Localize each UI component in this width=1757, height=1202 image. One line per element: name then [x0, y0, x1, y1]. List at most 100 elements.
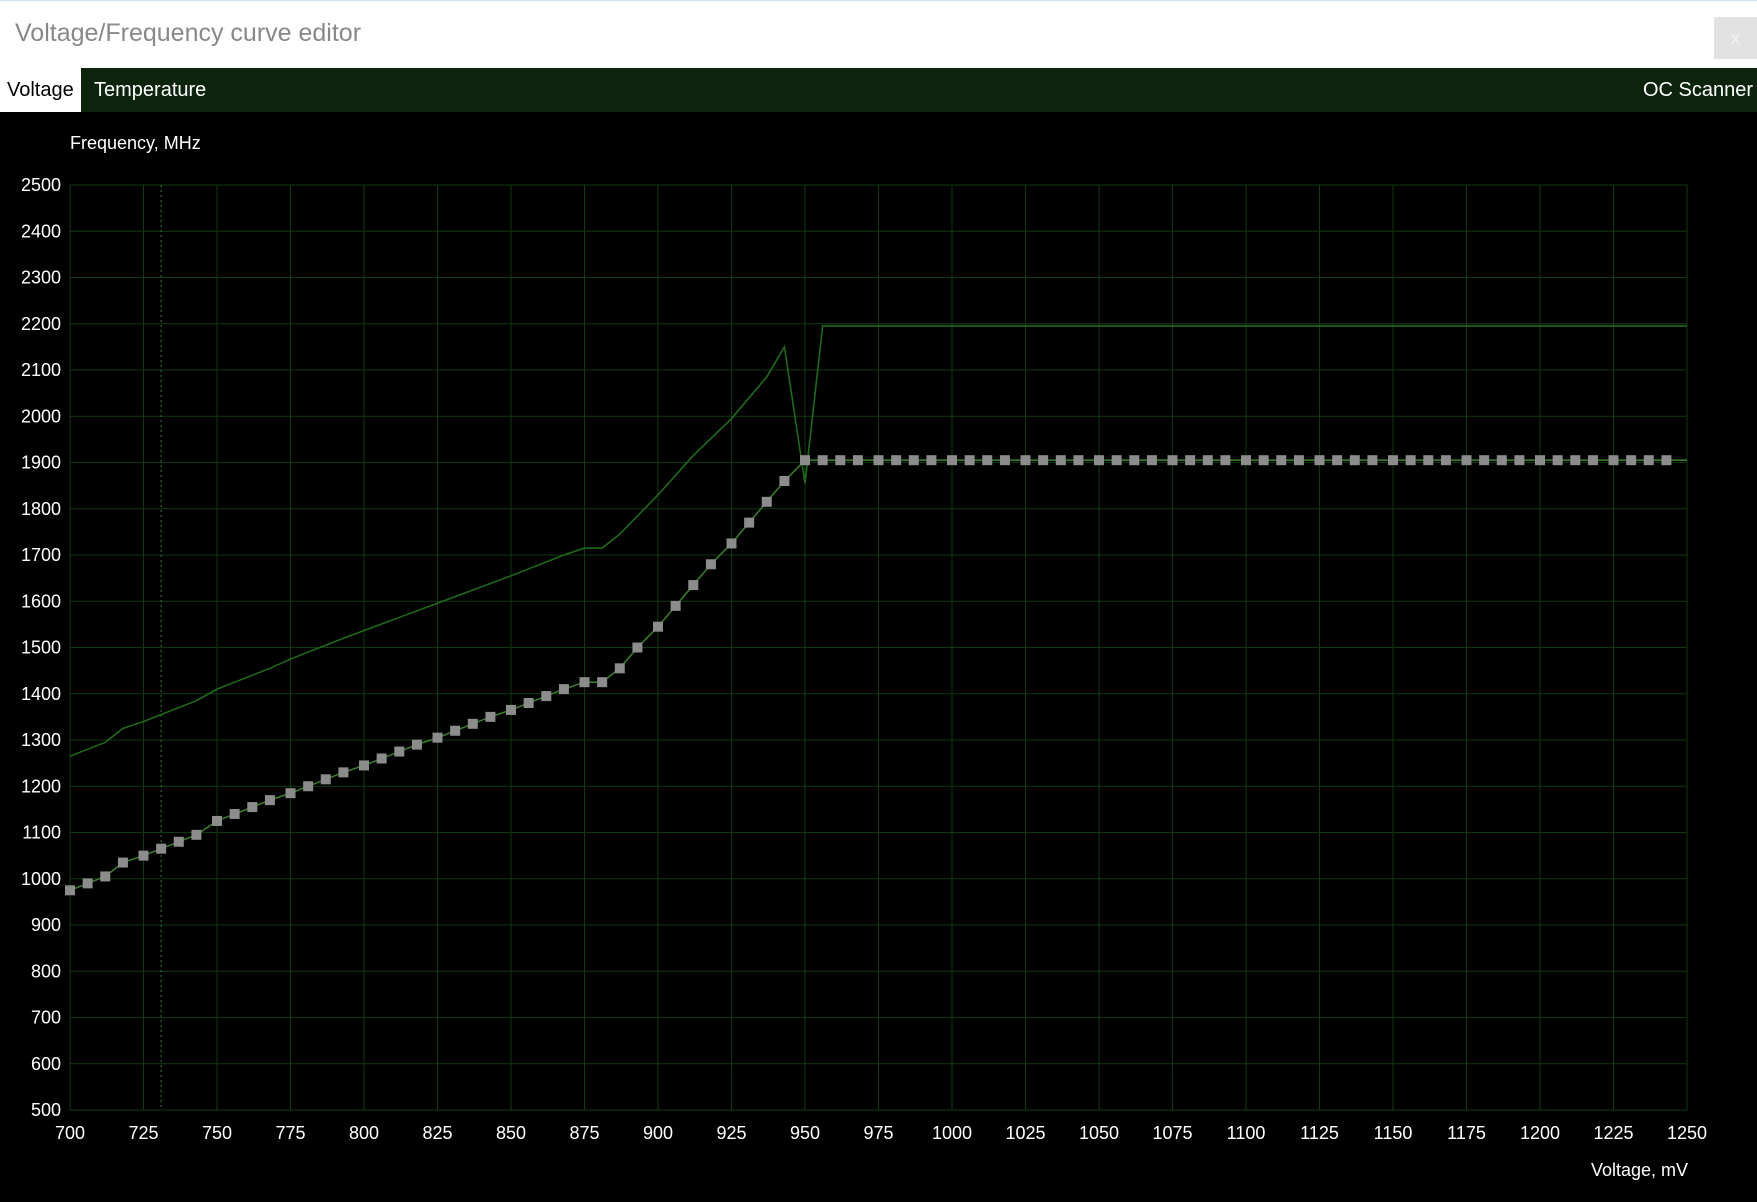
curve-point [1332, 455, 1343, 466]
curve-point [1258, 455, 1269, 466]
curve-point [1276, 455, 1287, 466]
curve-point [411, 739, 422, 750]
curve-point [1314, 455, 1325, 466]
curve-point [1479, 455, 1490, 466]
tab-temperature[interactable]: Temperature [87, 68, 213, 112]
vf-curve-chart[interactable]: Frequency, MHz Voltage, mV 500 600 700 800 9… [0, 112, 1757, 1202]
curve-point [1167, 455, 1178, 466]
tab-voltage[interactable]: Voltage [0, 68, 81, 112]
curve-point [1020, 455, 1031, 466]
tab-bar: Voltage Temperature OC Scanner [0, 68, 1757, 112]
x-tick-label: 1150 [1374, 1123, 1413, 1143]
curve-point [817, 455, 828, 466]
curve-point [212, 815, 222, 826]
y-tick-label: 600 [31, 1054, 61, 1074]
curve-point [1146, 455, 1157, 466]
curve-point [506, 704, 516, 715]
curve-point [1129, 455, 1140, 466]
curve-point [761, 496, 772, 507]
x-tick-label: 725 [128, 1123, 158, 1143]
curve-point [1220, 455, 1231, 466]
curve-point [100, 871, 111, 882]
y-tick-label: 1100 [22, 823, 61, 843]
curve-point [597, 677, 608, 688]
curve-point [873, 455, 884, 466]
curve-point [432, 732, 443, 743]
curve-point [1626, 455, 1637, 466]
curve-point [117, 857, 128, 868]
curve-point [726, 538, 737, 549]
curve-point [138, 850, 149, 861]
curve-point [1094, 455, 1104, 466]
curve-point [303, 781, 314, 792]
curve-point [705, 559, 716, 570]
curve-point [1367, 455, 1378, 466]
y-tick-label: 2200 [21, 314, 61, 334]
curve-point [467, 718, 478, 729]
x-tick-label: 1000 [932, 1123, 972, 1143]
curve-point [359, 760, 369, 771]
x-tick-label: 1250 [1667, 1123, 1707, 1143]
curve-point [1608, 455, 1619, 466]
curve-point [485, 711, 496, 722]
curve-point [191, 829, 202, 840]
curve-point [1038, 455, 1049, 466]
x-tick-label: 975 [863, 1123, 893, 1143]
curve-point [614, 663, 625, 674]
x-axis-label: Voltage, mV [1591, 1160, 1688, 1180]
close-button[interactable]: x [1714, 17, 1757, 59]
y-tick-label: 700 [31, 1008, 61, 1028]
curve-point [579, 677, 590, 688]
y-tick-label: 1000 [21, 869, 61, 889]
curve-point [1440, 455, 1451, 466]
curve-point [688, 580, 699, 591]
curve-point [82, 878, 93, 889]
y-tick-label: 1700 [21, 545, 61, 565]
curve-point [1349, 455, 1360, 466]
curve-point [653, 621, 663, 632]
curve-point [1405, 455, 1416, 466]
curve-point [852, 455, 863, 466]
curve-point [999, 455, 1010, 466]
x-tick-label: 800 [349, 1123, 379, 1143]
x-tick-label: 1050 [1079, 1123, 1119, 1143]
curve-point [1514, 455, 1525, 466]
curve-point [926, 455, 937, 466]
x-tick-label: 700 [55, 1123, 85, 1143]
y-tick-labels: 500 600 700 800 900 1000 1100 1200 1300 1400 1500 1… [21, 175, 61, 1120]
x-tick-label: 750 [202, 1123, 232, 1143]
curve-point [558, 684, 569, 695]
curve-point [1073, 455, 1084, 466]
curve-point [1293, 455, 1304, 466]
y-axis-label: Frequency, MHz [70, 133, 201, 153]
x-tick-label: 1200 [1520, 1123, 1560, 1143]
y-tick-label: 2100 [21, 360, 61, 380]
x-tick-label: 900 [643, 1123, 673, 1143]
x-tick-label: 1025 [1005, 1123, 1045, 1143]
curve-point [338, 767, 349, 778]
y-tick-label: 1900 [21, 453, 61, 473]
grid [69, 184, 1688, 1111]
curve-point [285, 788, 296, 799]
y-tick-label: 500 [31, 1100, 61, 1120]
curve-point [173, 836, 184, 847]
curve-point [1388, 455, 1398, 466]
curve-point [1552, 455, 1563, 466]
curve-point [835, 455, 846, 466]
curve-point [632, 642, 643, 653]
curve-point [908, 455, 919, 466]
curve-point [1241, 455, 1251, 466]
y-tick-label: 900 [31, 915, 61, 935]
y-tick-label: 1400 [21, 684, 61, 704]
y-tick-label: 2300 [21, 268, 61, 288]
x-tick-label: 1125 [1300, 1123, 1339, 1143]
curve-point [450, 725, 461, 736]
curve-point [1185, 455, 1196, 466]
curve-point [947, 455, 957, 466]
curve-point [779, 476, 790, 486]
x-tick-label: 1225 [1593, 1123, 1633, 1143]
y-tick-label: 1200 [21, 776, 61, 796]
tab-oc-scanner[interactable]: OC Scanner [1636, 68, 1753, 112]
curve-point [1202, 455, 1213, 466]
x-tick-label: 825 [422, 1123, 452, 1143]
